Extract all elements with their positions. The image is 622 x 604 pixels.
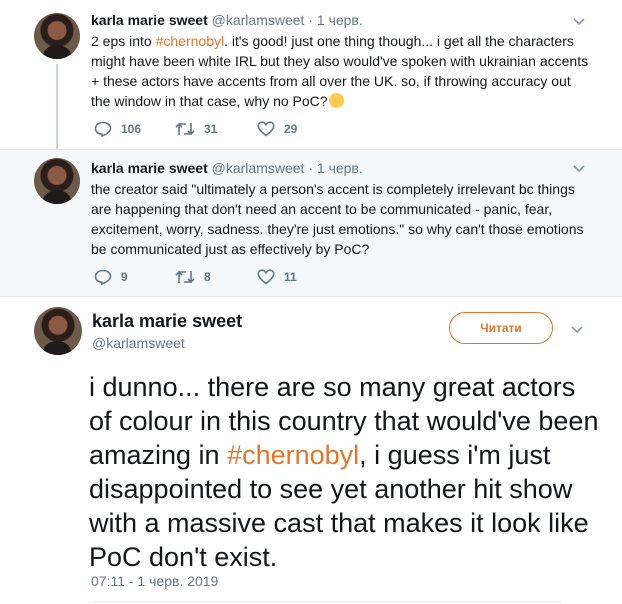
author-name[interactable]: karla marie sweet: [91, 12, 208, 28]
tweet-header: karla marie sweet @karlamsweet · 1 черв.: [91, 159, 363, 177]
tweet-text: the creator said "ultimately a person's …: [91, 181, 584, 257]
separator: ·: [308, 12, 313, 28]
tweet-time[interactable]: 1 черв.: [317, 12, 363, 28]
divider: [91, 601, 561, 602]
author-handle[interactable]: @karlamsweet: [92, 335, 185, 351]
tweet-text: 2 eps into #chernobyl. it's good! just o…: [91, 31, 591, 111]
reply-count: 106: [121, 122, 142, 136]
tweet-2[interactable]: karla marie sweet @karlamsweet · 1 черв.…: [0, 149, 622, 297]
reply-button[interactable]: 9: [94, 269, 128, 285]
reply-icon: [94, 269, 112, 285]
like-count: 29: [284, 122, 298, 136]
separator: ·: [308, 160, 313, 176]
thread-connector: [56, 64, 58, 150]
retweet-icon: [175, 270, 195, 284]
reply-icon: [94, 121, 112, 137]
thinking-face-emoji: [328, 93, 344, 108]
avatar[interactable]: [34, 13, 80, 59]
tweet-timestamp[interactable]: 07:11 - 1 черв. 2019: [91, 573, 218, 589]
retweet-button[interactable]: 31: [175, 121, 217, 137]
avatar[interactable]: [34, 158, 80, 204]
avatar[interactable]: [34, 307, 82, 355]
tweet-text-part: 2 eps into: [91, 33, 156, 49]
retweet-icon: [175, 122, 195, 136]
like-button[interactable]: 29: [257, 121, 297, 137]
hashtag-link[interactable]: #chernobyl: [227, 440, 359, 470]
like-icon: [257, 269, 275, 285]
author-handle[interactable]: @karlamsweet: [212, 160, 305, 176]
retweet-count: 31: [204, 122, 218, 136]
follow-button[interactable]: Читати: [449, 312, 553, 344]
chevron-down-icon[interactable]: [570, 322, 584, 336]
tweet-header: karla marie sweet @karlamsweet · 1 черв.: [91, 11, 363, 29]
retweet-button[interactable]: 8: [175, 269, 211, 285]
reply-button[interactable]: 106: [94, 121, 141, 137]
author-name[interactable]: karla marie sweet: [91, 160, 208, 176]
tweet-1[interactable]: karla marie sweet @karlamsweet · 1 черв.…: [0, 0, 622, 150]
reply-count: 9: [121, 270, 128, 284]
main-tweet: karla marie sweet @karlamsweet Читати i …: [0, 297, 622, 604]
like-count: 11: [284, 270, 297, 284]
tweet-time[interactable]: 1 черв.: [317, 160, 363, 176]
like-icon: [257, 121, 275, 137]
retweet-count: 8: [204, 270, 211, 284]
hashtag-link[interactable]: #chernobyl: [156, 33, 225, 49]
chevron-down-icon[interactable]: [572, 161, 586, 175]
author-name[interactable]: karla marie sweet: [92, 310, 242, 332]
chevron-down-icon[interactable]: [572, 14, 586, 28]
tweet-thread: karla marie sweet @karlamsweet · 1 черв.…: [0, 0, 622, 604]
author-handle[interactable]: @karlamsweet: [212, 12, 305, 28]
like-button[interactable]: 11: [257, 269, 297, 285]
tweet-text: i dunno... there are so many great actor…: [89, 370, 599, 574]
